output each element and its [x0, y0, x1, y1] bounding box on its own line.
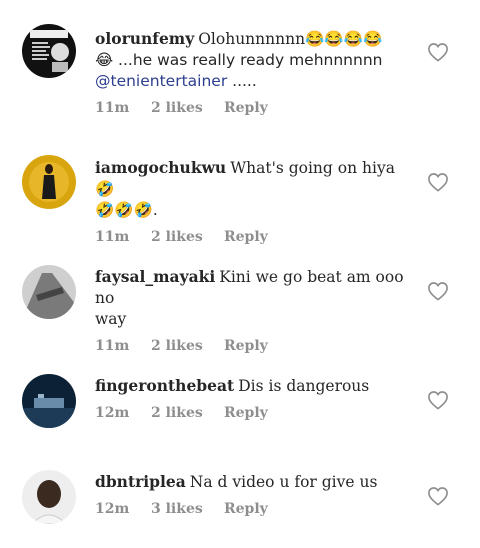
reply-button[interactable]: Reply [224, 405, 268, 421]
likes-count[interactable]: 2 likes [151, 229, 224, 245]
likes-count[interactable]: 2 likes [151, 338, 224, 354]
like-heart-icon[interactable] [427, 172, 449, 192]
likes-count[interactable]: 2 likes [151, 100, 224, 116]
like-heart-icon[interactable] [427, 486, 449, 506]
reply-button[interactable]: Reply [224, 338, 268, 354]
comment-text: 😂 ...he was really ready mehnnnnnn [95, 51, 383, 69]
likes-count[interactable]: 2 likes [151, 405, 224, 421]
username[interactable]: fingeronthebeat [95, 376, 234, 395]
comment-text: Na d video u for give us [189, 473, 378, 491]
comment-time: 11m [95, 100, 130, 116]
avatar[interactable] [22, 24, 76, 78]
comment-time: 11m [95, 338, 130, 354]
like-heart-icon[interactable] [427, 42, 449, 62]
comment-time: 11m [95, 229, 130, 245]
comment-text: Dis is dangerous [238, 377, 370, 395]
reply-button[interactable]: Reply [224, 501, 268, 517]
comment-time: 12m [95, 501, 130, 517]
comment-text: 🤣🤣🤣. [95, 201, 158, 219]
username[interactable]: faysal_mayaki [95, 267, 215, 286]
comment-text: way [95, 310, 127, 328]
avatar[interactable] [22, 155, 76, 209]
username[interactable]: olorunfemy [95, 29, 194, 48]
username[interactable]: dbntriplea [95, 472, 186, 491]
avatar[interactable] [22, 374, 76, 428]
username[interactable]: iamogochukwu [95, 158, 226, 177]
comment-text: ..... [227, 72, 257, 90]
like-heart-icon[interactable] [427, 281, 449, 301]
likes-count[interactable]: 3 likes [151, 501, 224, 517]
comment-time: 12m [95, 405, 130, 421]
reply-button[interactable]: Reply [224, 100, 268, 116]
reply-button[interactable]: Reply [224, 229, 268, 245]
like-heart-icon[interactable] [427, 390, 449, 410]
comment-text: Olohunnnnnn😂😂😂😂 [198, 30, 383, 48]
avatar[interactable] [22, 265, 76, 319]
mention-link[interactable]: @tenientertainer [95, 72, 227, 90]
avatar[interactable] [22, 470, 76, 524]
